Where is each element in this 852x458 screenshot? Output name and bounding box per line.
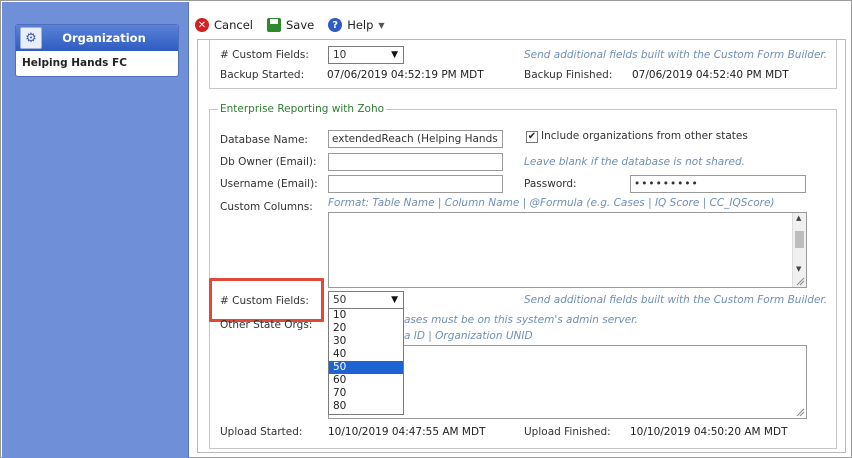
db-owner-label: Db Owner (Email): <box>220 156 317 168</box>
help-icon: ? <box>328 18 343 32</box>
custom-columns-label: Custom Columns: <box>220 201 313 213</box>
backup-started-value: 07/06/2019 04:52:19 PM MDT <box>327 69 484 81</box>
other-state-hint-1: ases must be on this system's admin serv… <box>404 314 638 326</box>
chevron-down-icon: ▼ <box>378 20 385 30</box>
custom-fields-hint: Send additional fields built with the Cu… <box>524 294 828 306</box>
dropdown-option[interactable]: 40 <box>329 348 403 361</box>
dropdown-option[interactable]: 10 <box>329 309 403 322</box>
password-label: Password: <box>524 178 577 190</box>
dropdown-option[interactable]: 30 <box>329 335 403 348</box>
other-state-hint-2: a ID | Organization UNID <box>404 330 533 342</box>
custom-fields-select-top-value: 10 <box>333 49 347 61</box>
db-owner-hint: Leave blank if the database is not share… <box>524 156 745 168</box>
include-orgs-checkbox[interactable]: ✔ <box>526 131 538 143</box>
upload-started-value: 10/10/2019 04:47:55 AM MDT <box>328 426 486 438</box>
include-orgs-label: Include organizations from other states <box>541 130 748 142</box>
scroll-up-icon[interactable]: ▲ <box>796 214 801 222</box>
dropdown-option[interactable]: 80 <box>329 400 403 413</box>
app-frame: ⚙ Organization Helping Hands FC ✕ Cancel… <box>0 0 852 458</box>
save-icon <box>266 18 281 32</box>
upload-started-label: Upload Started: <box>220 426 303 438</box>
chevron-down-icon: ▼ <box>391 50 398 60</box>
save-label: Save <box>285 18 315 32</box>
custom-fields-hint-top: Send additional fields built with the Cu… <box>524 49 828 61</box>
cancel-icon: ✕ <box>195 18 209 32</box>
cancel-label: Cancel <box>214 18 253 32</box>
resize-grip-icon[interactable] <box>795 276 805 286</box>
dropdown-option[interactable]: 60 <box>329 374 403 387</box>
custom-fields-select-top[interactable]: 10 ▼ <box>328 46 404 64</box>
backup-finished-value: 07/06/2019 04:52:40 PM MDT <box>632 69 789 81</box>
upload-finished-label: Upload Finished: <box>524 426 611 438</box>
help-button[interactable]: ? Help ▼ <box>323 18 389 32</box>
custom-columns-hint: Format: Table Name | Column Name | @Form… <box>328 197 775 209</box>
scroll-thumb[interactable] <box>795 231 804 248</box>
custom-fields-select[interactable]: 50 ▼ <box>328 291 404 309</box>
zoho-section-legend: Enterprise Reporting with Zoho <box>218 103 387 115</box>
sidebar: ⚙ Organization Helping Hands FC <box>2 2 189 458</box>
username-input[interactable] <box>328 175 503 193</box>
backup-section <box>209 40 837 89</box>
toolbar: ✕ Cancel Save ? Help ▼ <box>190 13 390 37</box>
username-label: Username (Email): <box>220 178 318 190</box>
backup-finished-label: Backup Finished: <box>524 69 613 81</box>
gear-icon: ⚙ <box>20 27 42 49</box>
database-name-input[interactable]: extendedReach (Helping Hands D <box>328 130 503 148</box>
custom-columns-textarea[interactable]: ▲ ▼ <box>328 212 807 288</box>
organization-card[interactable]: ⚙ Organization Helping Hands FC <box>15 24 179 77</box>
custom-fields-dropdown-list[interactable]: 10 20 30 40 50 60 70 80 <box>328 308 404 415</box>
save-button[interactable]: Save <box>262 18 319 32</box>
db-owner-input[interactable] <box>328 153 503 171</box>
chevron-down-icon: ▼ <box>391 295 398 305</box>
cancel-button[interactable]: ✕ Cancel <box>190 18 258 32</box>
resize-grip-icon[interactable] <box>795 407 805 417</box>
custom-fields-label-top: # Custom Fields: <box>220 49 309 61</box>
settings-panel: # Custom Fields: 10 ▼ Send additional fi… <box>197 39 846 453</box>
database-name-label: Database Name: <box>220 134 308 146</box>
organization-name: Helping Hands FC <box>22 57 127 69</box>
help-label: Help <box>347 18 374 32</box>
dropdown-option[interactable]: 70 <box>329 387 403 400</box>
custom-fields-select-value: 50 <box>333 294 347 306</box>
organization-card-title: Organization <box>62 31 146 45</box>
organization-card-header: ⚙ Organization <box>16 25 178 51</box>
upload-finished-value: 10/10/2019 04:50:20 AM MDT <box>630 426 788 438</box>
other-state-orgs-label: Other State Orgs: <box>220 319 313 331</box>
backup-started-label: Backup Started: <box>220 69 305 81</box>
dropdown-option-selected[interactable]: 50 <box>329 361 403 374</box>
scroll-down-icon[interactable]: ▼ <box>796 265 801 273</box>
dropdown-option[interactable]: 20 <box>329 322 403 335</box>
custom-fields-label: # Custom Fields: <box>220 295 309 307</box>
password-input[interactable]: ••••••••• <box>630 175 806 193</box>
